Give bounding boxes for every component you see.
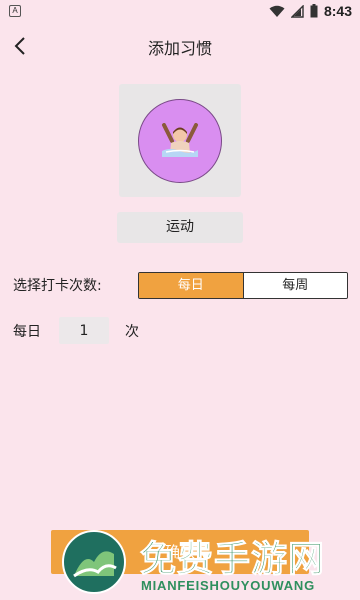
- signal-icon: [290, 4, 304, 18]
- frequency-segmented-control: 每日 每周: [138, 272, 348, 299]
- app-header: 添加习惯: [0, 22, 360, 70]
- person-raising-hands-icon: [162, 122, 198, 157]
- status-icons: 8:43: [269, 3, 352, 19]
- habit-icon-picker[interactable]: [119, 84, 241, 197]
- count-prefix-label: 每日: [13, 324, 41, 340]
- segment-weekly[interactable]: 每周: [242, 273, 347, 298]
- page-title: 添加习惯: [147, 39, 212, 58]
- category-button[interactable]: 运动: [117, 212, 243, 243]
- watermark-title: 免费手游网: [139, 539, 326, 581]
- watermark: 免费手游网 MIANFEISHOUYOUWANG: [62, 528, 352, 598]
- count-unit-label: 次: [125, 324, 139, 340]
- battery-icon: [310, 4, 318, 18]
- notification-app-icon: A: [9, 5, 21, 17]
- habit-icon-circle: [138, 98, 222, 183]
- count-input[interactable]: [59, 317, 109, 344]
- status-bar: A 8:43: [0, 0, 360, 22]
- watermark-subtitle: MIANFEISHOUYOUWANG: [141, 578, 316, 593]
- watermark-logo-icon: [62, 530, 126, 594]
- wifi-icon: [269, 5, 285, 17]
- frequency-label: 选择打卡次数:: [13, 278, 102, 294]
- status-time: 8:43: [323, 3, 352, 19]
- segment-daily[interactable]: 每日: [139, 273, 243, 298]
